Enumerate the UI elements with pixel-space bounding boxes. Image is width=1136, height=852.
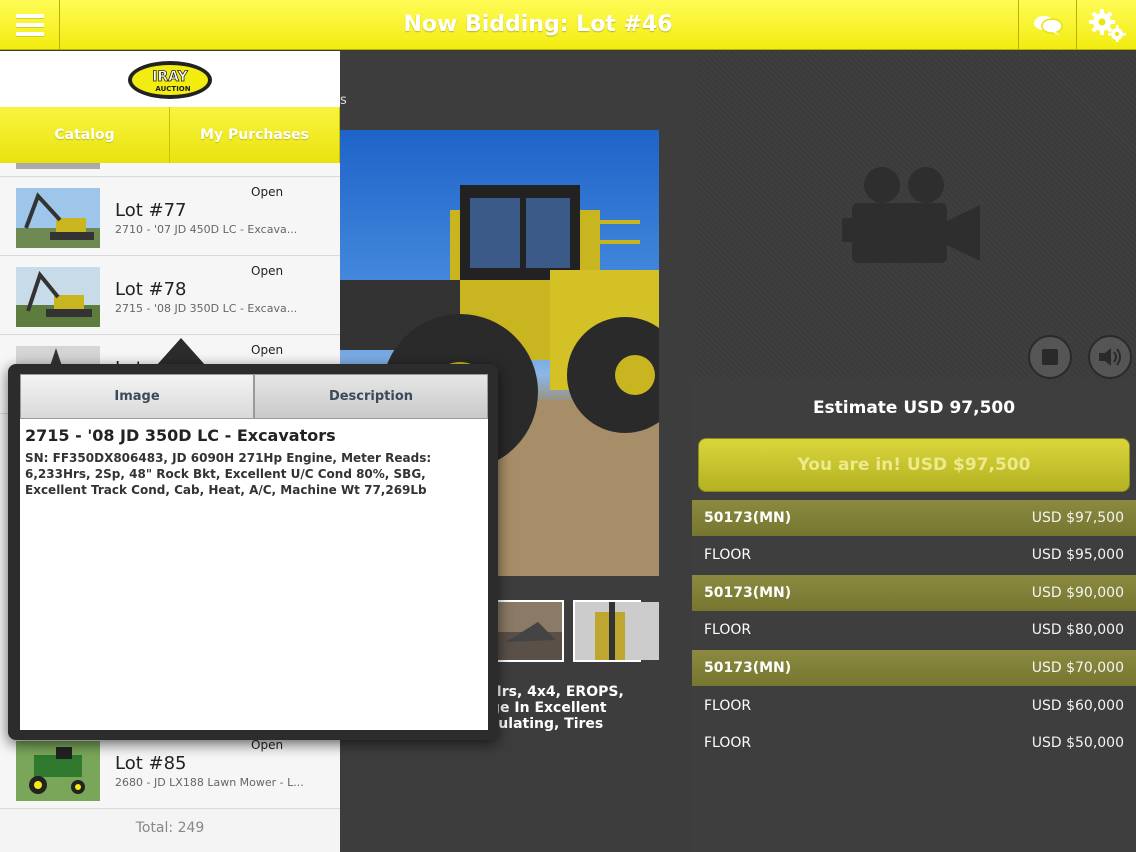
bidder-name: 50173(MN) (704, 660, 792, 676)
list-item[interactable]: Open Lot #85 2680 - JD LX188 Lawn Mower … (0, 731, 340, 809)
bidder-name: FLOOR (704, 622, 752, 638)
bid-amount: USD $50,000 (1031, 735, 1124, 751)
bid-amount: USD $97,500 (1031, 510, 1124, 526)
lot-description: 2710 - '07 JD 450D LC - Excava... (115, 223, 298, 236)
menu-icon (15, 14, 44, 36)
bidder-name: 50173(MN) (704, 585, 792, 601)
lot-status: Open (251, 264, 284, 278)
bid-row: FLOOR USD $50,000 (692, 725, 1136, 761)
sound-button[interactable] (1088, 335, 1132, 379)
bid-row: 50173(MN) USD $90,000 (692, 575, 1136, 611)
bid-amount: USD $95,000 (1031, 547, 1124, 563)
thumbnail-image[interactable] (573, 600, 659, 662)
bid-amount: USD $80,000 (1031, 622, 1124, 638)
logo-subtext: AUCTION (155, 85, 190, 93)
video-area[interactable] (692, 51, 1136, 381)
lot-thumbnail (16, 188, 100, 248)
lot-status: Open (251, 738, 284, 752)
iray-auction-logo: IRAY AUCTION (128, 61, 212, 99)
lot-number: Lot #77 (115, 200, 187, 221)
page-title: Now Bidding: Lot #46 (403, 12, 673, 37)
bidder-name: FLOOR (704, 547, 752, 563)
tab-catalog[interactable]: Catalog (0, 107, 170, 163)
bid-row: FLOOR USD $60,000 (692, 688, 1136, 724)
lot-subtitle: s (340, 93, 347, 108)
popover-tabs: Image Description (20, 374, 488, 419)
thumbnail-image[interactable] (496, 600, 564, 662)
sidebar-tabs: Catalog My Purchases (0, 107, 340, 163)
settings-button[interactable] (1076, 0, 1136, 50)
lot-description-peek: Hrs, 4x4, EROPS, ge In Excellent culatin… (490, 684, 624, 732)
speaker-icon (1099, 348, 1121, 366)
video-camera-icon (842, 167, 980, 263)
lot-thumbnail (16, 267, 100, 327)
bid-row: 50173(MN) USD $97,500 (692, 500, 1136, 536)
lot-description: 2680 - JD LX188 Lawn Mower - L... (115, 776, 304, 789)
lot-total-count: Total: 249 (135, 820, 205, 836)
list-item[interactable] (0, 163, 340, 177)
estimate-text: Estimate USD 97,500 (812, 398, 1016, 418)
lot-description: 2715 - '08 JD 350D LC - Excava... (115, 302, 298, 315)
bid-amount: USD $60,000 (1031, 698, 1124, 714)
list-item[interactable]: Open Lot #78 2715 - '08 JD 350D LC - Exc… (0, 257, 340, 335)
chat-button[interactable] (1018, 0, 1076, 50)
chat-icon (1033, 16, 1063, 36)
bidder-name: FLOOR (704, 698, 752, 714)
description-line: culating, Tires (490, 716, 604, 732)
lot-thumbnail (16, 741, 100, 801)
thumbnail-bucket-image (498, 602, 562, 660)
thumbnail-machine-image (575, 602, 659, 660)
tab-description[interactable]: Description (254, 374, 488, 419)
description-line: Hrs, 4x4, EROPS, (490, 684, 624, 700)
list-item[interactable]: Open Lot #77 2710 - '07 JD 450D LC - Exc… (0, 178, 340, 256)
gear-icon (1088, 9, 1126, 42)
bid-row: FLOOR USD $95,000 (692, 537, 1136, 573)
lot-info-popover: Image Description 2715 - '08 JD 350D LC … (8, 364, 498, 740)
lot-number: Lot #85 (115, 753, 187, 774)
popover-title: 2715 - '08 JD 350D LC - Excavators (25, 426, 336, 445)
popover-arrow (156, 338, 206, 366)
bid-button[interactable]: You are in! USD $97,500 (698, 438, 1130, 492)
logo-text: IRAY (152, 69, 188, 85)
bid-amount: USD $70,000 (1031, 660, 1124, 676)
lot-status: Open (251, 185, 284, 199)
bid-row: 50173(MN) USD $70,000 (692, 650, 1136, 686)
lot-number: Lot #78 (115, 279, 187, 300)
bid-row: FLOOR USD $80,000 (692, 612, 1136, 648)
lot-status: Open (251, 343, 284, 357)
top-bar: Now Bidding: Lot #46 (0, 0, 1136, 50)
description-line: ge In Excellent (490, 700, 607, 716)
tab-image[interactable]: Image (20, 374, 254, 419)
bid-amount: USD $90,000 (1031, 585, 1124, 601)
popover-content: 2715 - '08 JD 350D LC - Excavators SN: F… (20, 419, 488, 730)
bidder-name: FLOOR (704, 735, 752, 751)
tab-my-purchases[interactable]: My Purchases (170, 107, 340, 163)
logo-area: IRAY AUCTION (0, 51, 340, 107)
stop-button[interactable] (1028, 335, 1072, 379)
menu-button[interactable] (0, 0, 60, 50)
stop-icon (1042, 349, 1058, 365)
lot-thumbnail (16, 163, 100, 169)
bidder-name: 50173(MN) (704, 510, 792, 526)
popover-description: SN: FF350DX806483, JD 6090H 271Hp Engine… (25, 451, 432, 497)
